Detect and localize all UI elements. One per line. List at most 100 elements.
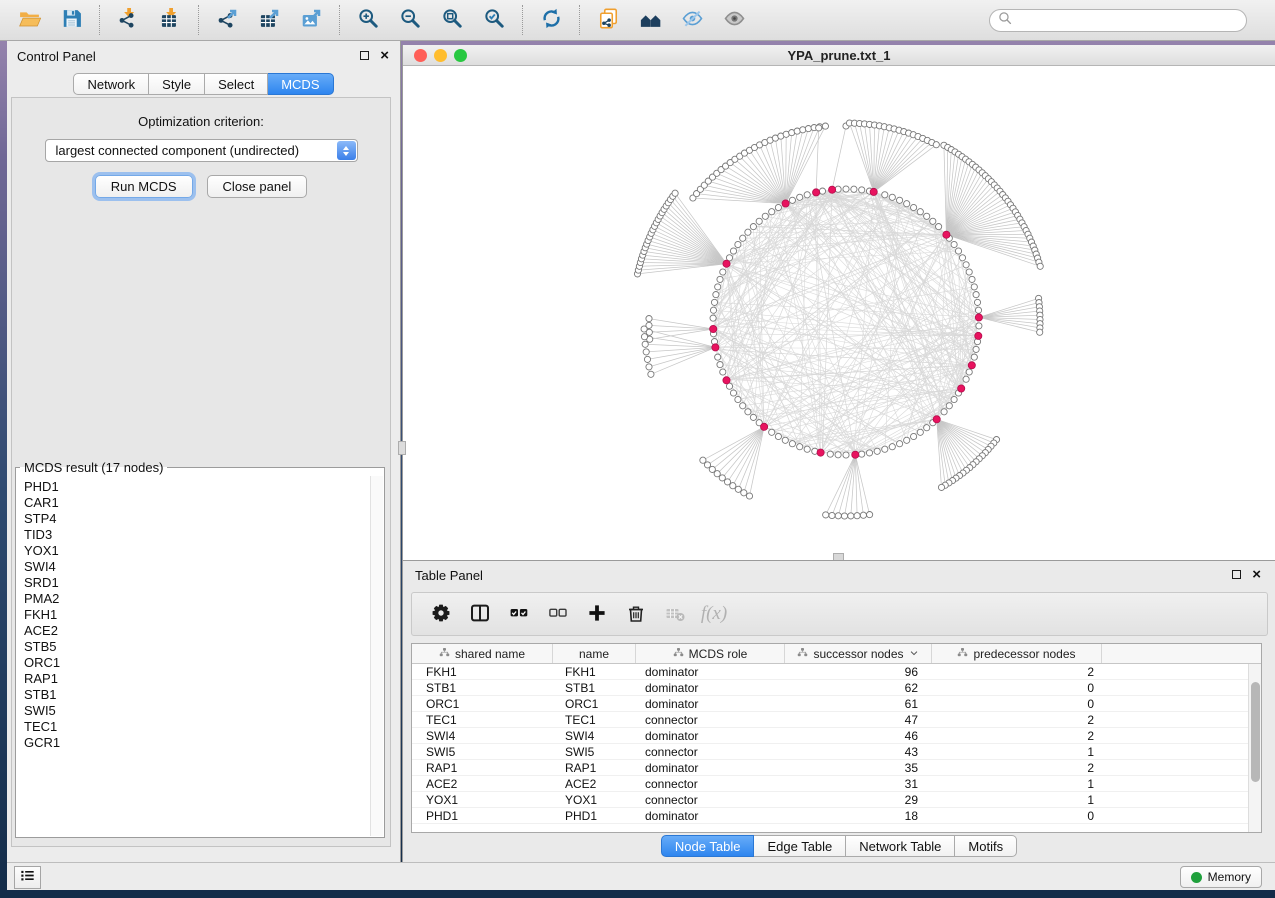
column-header-name[interactable]: name bbox=[553, 644, 636, 663]
cell-successor-nodes[interactable]: 31 bbox=[785, 776, 932, 791]
cell-successor-nodes[interactable]: 35 bbox=[785, 760, 932, 775]
mcds-result-item[interactable]: GCR1 bbox=[24, 735, 370, 751]
cell-predecessor-nodes[interactable]: 2 bbox=[932, 760, 1102, 775]
show-columns-button[interactable] bbox=[464, 598, 496, 630]
search-box[interactable] bbox=[989, 9, 1247, 32]
mcds-list-scrollbar[interactable] bbox=[370, 476, 383, 836]
cell-predecessor-nodes[interactable]: 1 bbox=[932, 792, 1102, 807]
cell-name[interactable]: ORC1 bbox=[553, 696, 636, 711]
table-row[interactable]: STB1STB1dominator620 bbox=[412, 680, 1261, 696]
cell-mcds-role[interactable]: dominator bbox=[636, 808, 785, 823]
cell-successor-nodes[interactable]: 47 bbox=[785, 712, 932, 727]
mcds-result-item[interactable]: CAR1 bbox=[24, 495, 370, 511]
table-mode-gear-button[interactable] bbox=[425, 598, 457, 630]
cell-predecessor-nodes[interactable]: 1 bbox=[932, 776, 1102, 791]
clone-network-button[interactable] bbox=[587, 2, 629, 38]
cell-shared-name[interactable]: FKH1 bbox=[412, 664, 553, 679]
cell-shared-name[interactable]: ACE2 bbox=[412, 776, 553, 791]
cell-name[interactable]: FKH1 bbox=[553, 664, 636, 679]
mcds-result-item[interactable]: PMA2 bbox=[24, 591, 370, 607]
search-input[interactable] bbox=[1014, 12, 1246, 30]
table-row[interactable]: ORC1ORC1dominator610 bbox=[412, 696, 1261, 712]
open-file-button[interactable] bbox=[8, 2, 50, 38]
create-column-button[interactable] bbox=[581, 598, 613, 630]
mcds-result-item[interactable]: STB5 bbox=[24, 639, 370, 655]
cell-shared-name[interactable]: RAP1 bbox=[412, 760, 553, 775]
show-all-button[interactable] bbox=[713, 2, 755, 38]
memory-button[interactable]: Memory bbox=[1180, 866, 1262, 888]
column-header-successor-nodes[interactable]: successor nodes bbox=[785, 644, 932, 663]
hide-selected-button[interactable] bbox=[671, 2, 713, 38]
cell-mcds-role[interactable]: dominator bbox=[636, 664, 785, 679]
table-row[interactable]: YOX1YOX1connector291 bbox=[412, 792, 1261, 808]
table-row[interactable]: FKH1FKH1dominator962 bbox=[412, 664, 1261, 680]
mcds-result-item[interactable]: ORC1 bbox=[24, 655, 370, 671]
cell-name[interactable]: RAP1 bbox=[553, 760, 636, 775]
cell-name[interactable]: TEC1 bbox=[553, 712, 636, 727]
cell-successor-nodes[interactable]: 18 bbox=[785, 808, 932, 823]
cell-mcds-role[interactable]: connector bbox=[636, 744, 785, 759]
tab-network-table[interactable]: Network Table bbox=[846, 835, 955, 857]
column-header-predecessor-nodes[interactable]: predecessor nodes bbox=[932, 644, 1102, 663]
cell-mcds-role[interactable]: dominator bbox=[636, 728, 785, 743]
mcds-result-item[interactable]: STP4 bbox=[24, 511, 370, 527]
export-network-button[interactable] bbox=[206, 2, 248, 38]
float-window-icon[interactable] bbox=[360, 51, 369, 60]
tab-motifs[interactable]: Motifs bbox=[955, 835, 1017, 857]
mcds-result-item[interactable]: ACE2 bbox=[24, 623, 370, 639]
export-table-button[interactable] bbox=[248, 2, 290, 38]
cell-mcds-role[interactable]: dominator bbox=[636, 680, 785, 695]
mcds-result-item[interactable]: PHD1 bbox=[24, 479, 370, 495]
mcds-result-item[interactable]: TID3 bbox=[24, 527, 370, 543]
close-panel-icon[interactable]: × bbox=[1252, 569, 1261, 580]
vertical-splitter-grip[interactable] bbox=[398, 441, 406, 455]
cell-shared-name[interactable]: ORC1 bbox=[412, 696, 553, 711]
cell-name[interactable]: ACE2 bbox=[553, 776, 636, 791]
cell-successor-nodes[interactable]: 96 bbox=[785, 664, 932, 679]
cell-successor-nodes[interactable]: 29 bbox=[785, 792, 932, 807]
column-header-mcds-role[interactable]: MCDS role bbox=[636, 644, 785, 663]
zoom-out-button[interactable] bbox=[389, 2, 431, 38]
mcds-result-item[interactable]: SRD1 bbox=[24, 575, 370, 591]
delete-columns-button[interactable] bbox=[620, 598, 652, 630]
close-panel-button[interactable]: Close panel bbox=[207, 175, 308, 198]
tab-style[interactable]: Style bbox=[149, 73, 205, 95]
mcds-result-item[interactable]: RAP1 bbox=[24, 671, 370, 687]
cell-shared-name[interactable]: PHD1 bbox=[412, 808, 553, 823]
cell-successor-nodes[interactable]: 61 bbox=[785, 696, 932, 711]
cell-mcds-role[interactable]: dominator bbox=[636, 760, 785, 775]
task-history-button[interactable] bbox=[14, 866, 41, 889]
optimization-criterion-select[interactable]: largest connected component (undirected) bbox=[45, 139, 358, 162]
tab-select[interactable]: Select bbox=[205, 73, 268, 95]
first-neighbors-button[interactable] bbox=[629, 2, 671, 38]
cell-predecessor-nodes[interactable]: 0 bbox=[932, 680, 1102, 695]
close-panel-icon[interactable]: × bbox=[380, 50, 389, 61]
cell-mcds-role[interactable]: connector bbox=[636, 792, 785, 807]
run-mcds-button[interactable]: Run MCDS bbox=[95, 175, 193, 198]
cell-name[interactable]: PHD1 bbox=[553, 808, 636, 823]
mcds-result-item[interactable]: YOX1 bbox=[24, 543, 370, 559]
cell-predecessor-nodes[interactable]: 2 bbox=[932, 712, 1102, 727]
table-row[interactable]: RAP1RAP1dominator352 bbox=[412, 760, 1261, 776]
cell-successor-nodes[interactable]: 43 bbox=[785, 744, 932, 759]
cell-predecessor-nodes[interactable]: 1 bbox=[932, 744, 1102, 759]
cell-name[interactable]: STB1 bbox=[553, 680, 636, 695]
import-network-button[interactable] bbox=[107, 2, 149, 38]
cell-name[interactable]: SWI5 bbox=[553, 744, 636, 759]
cell-name[interactable]: SWI4 bbox=[553, 728, 636, 743]
tab-edge-table[interactable]: Edge Table bbox=[754, 835, 846, 857]
cell-predecessor-nodes[interactable]: 2 bbox=[932, 664, 1102, 679]
mcds-result-item[interactable]: SWI5 bbox=[24, 703, 370, 719]
cell-shared-name[interactable]: YOX1 bbox=[412, 792, 553, 807]
table-row[interactable]: TEC1TEC1connector472 bbox=[412, 712, 1261, 728]
tab-mcds[interactable]: MCDS bbox=[268, 73, 333, 95]
zoom-selected-button[interactable] bbox=[473, 2, 515, 38]
table-scrollbar[interactable] bbox=[1248, 664, 1261, 832]
table-row[interactable]: SWI5SWI5connector431 bbox=[412, 744, 1261, 760]
mcds-result-item[interactable]: TEC1 bbox=[24, 719, 370, 735]
cell-mcds-role[interactable]: connector bbox=[636, 776, 785, 791]
column-header-shared-name[interactable]: shared name bbox=[412, 644, 553, 663]
unselect-all-columns-button[interactable] bbox=[542, 598, 574, 630]
cell-successor-nodes[interactable]: 46 bbox=[785, 728, 932, 743]
select-all-columns-button[interactable] bbox=[503, 598, 535, 630]
